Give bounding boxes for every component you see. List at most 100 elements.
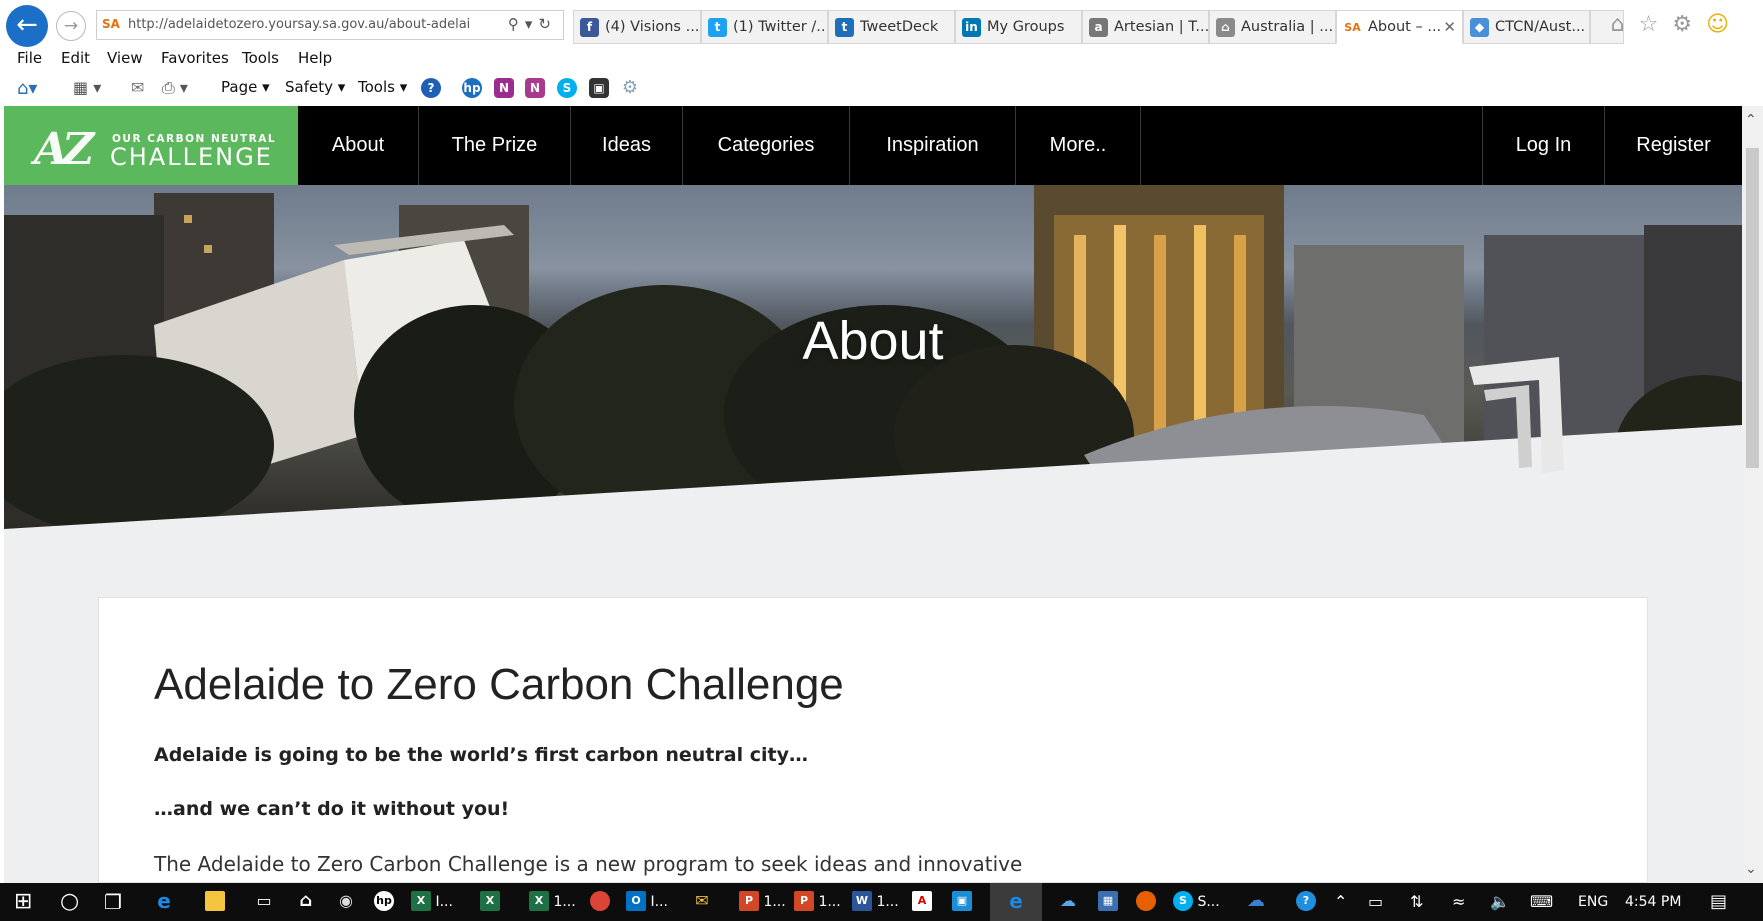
tab-about[interactable]: SA About – ... ✕	[1336, 10, 1463, 44]
site-logo[interactable]: AZ OUR CARBON NEUTRAL CHALLENGE	[4, 106, 298, 185]
cloud-icon[interactable]: ☁	[1246, 883, 1266, 921]
logo-mark: AZ	[34, 124, 94, 175]
help-tray-icon[interactable]: ?	[1296, 883, 1316, 921]
menu-tools[interactable]: Tools	[242, 49, 279, 67]
file-explorer-icon[interactable]	[205, 883, 225, 921]
volume-icon[interactable]: 🔈	[1490, 883, 1510, 921]
excel-window-1[interactable]: X I...	[411, 883, 453, 921]
settings-icon[interactable]: ⚙	[620, 78, 640, 98]
nav-more[interactable]: More..	[1016, 106, 1141, 185]
nav-the-prize[interactable]: The Prize	[419, 106, 571, 185]
close-icon[interactable]: ✕	[1443, 18, 1456, 36]
pdf-icon[interactable]: A	[912, 883, 932, 921]
print-icon[interactable]: ⎙ ▾	[162, 78, 188, 98]
menu-view[interactable]: View	[107, 49, 143, 67]
chevron-up-icon[interactable]: ⌃	[1334, 883, 1347, 921]
tab-label: Australia | ...	[1241, 19, 1334, 35]
skype-window[interactable]: S S...	[1173, 883, 1220, 921]
camera-icon[interactable]: ◉	[336, 883, 356, 921]
url-text[interactable]: http://adelaidetozero.yoursay.sa.gov.au/…	[128, 17, 500, 32]
home-icon[interactable]: ⌂	[296, 883, 316, 921]
ie-icon[interactable]: e	[990, 883, 1042, 921]
excel-window-2[interactable]: X	[480, 883, 500, 921]
word-window[interactable]: W 1...	[852, 883, 899, 921]
about-card: Adelaide to Zero Carbon Challenge Adelai…	[98, 597, 1648, 883]
edge-icon[interactable]: e	[154, 883, 174, 921]
tab-australia[interactable]: ⌂ Australia | ...	[1209, 10, 1336, 44]
excel-icon: X	[480, 890, 500, 911]
tab-ctcn[interactable]: ◆ CTCN/Aust...	[1463, 10, 1590, 44]
dropdown-icon[interactable]: ▾	[525, 15, 539, 33]
menu-help[interactable]: Help	[298, 49, 332, 67]
search-icon[interactable]: ⚲	[508, 15, 525, 33]
scroll-up-icon[interactable]: ⌃	[1745, 112, 1757, 128]
menu-favorites[interactable]: Favorites	[161, 49, 229, 67]
star-icon[interactable]: ☆	[1639, 12, 1673, 37]
forward-button[interactable]: →	[56, 11, 86, 41]
sync-icon[interactable]: ⇅	[1410, 883, 1423, 921]
tab-label: My Groups	[987, 19, 1065, 35]
tab-linkedin[interactable]: in My Groups	[955, 10, 1082, 44]
task-view-icon[interactable]: ❐	[104, 883, 122, 921]
taskbar-label: S...	[1197, 894, 1220, 910]
firefox-icon[interactable]	[1136, 883, 1156, 921]
keyboard-icon[interactable]: ⌨	[1530, 883, 1553, 921]
tab-artesian[interactable]: a Artesian | T...	[1082, 10, 1209, 44]
home-icon[interactable]: ⌂▾	[17, 78, 37, 99]
powerpoint-window-1[interactable]: P 1...	[739, 883, 786, 921]
safety-menu[interactable]: Safety ▾	[285, 78, 345, 96]
battery-icon[interactable]: ▭	[1368, 883, 1383, 921]
feeds-icon[interactable]: ▦ ▾	[73, 78, 101, 97]
chrome-icon[interactable]	[590, 883, 610, 921]
tab-label: TweetDeck	[860, 19, 939, 35]
nav-login[interactable]: Log In	[1482, 106, 1604, 185]
vertical-scrollbar[interactable]: ⌃ ⌄	[1742, 106, 1763, 883]
store-icon[interactable]: ▭	[254, 883, 274, 921]
help-icon[interactable]: ?	[421, 78, 441, 98]
outlook-window[interactable]: O I...	[626, 883, 668, 921]
address-bar[interactable]: SA http://adelaidetozero.yoursay.sa.gov.…	[96, 10, 564, 40]
menu-edit[interactable]: Edit	[61, 49, 90, 67]
tab-facebook[interactable]: f (4) Visions ...	[573, 10, 701, 44]
page-title: Adelaide to Zero Carbon Challenge	[154, 660, 844, 709]
hp-icon[interactable]: hp	[374, 883, 394, 921]
onenote-icon[interactable]: N	[494, 78, 514, 98]
tools-menu[interactable]: Tools ▾	[358, 78, 407, 96]
skype-icon: S	[1173, 890, 1193, 911]
language-indicator[interactable]: ENG	[1578, 883, 1608, 921]
taskbar-label: 1...	[818, 894, 841, 910]
nav-inspiration[interactable]: Inspiration	[850, 106, 1016, 185]
feedback-smiley-icon[interactable]: ☺	[1706, 12, 1743, 37]
cortana-icon[interactable]: ○	[60, 883, 79, 921]
home-icon[interactable]: ⌂	[1611, 12, 1639, 37]
snip-icon[interactable]: ▣	[589, 78, 609, 98]
onedrive-icon[interactable]: ☁	[1058, 883, 1078, 921]
tab-twitter[interactable]: t (1) Twitter /...	[701, 10, 828, 44]
image-icon[interactable]: ▣	[952, 883, 972, 921]
start-icon[interactable]: ⊞	[14, 883, 32, 921]
scroll-thumb[interactable]	[1746, 148, 1759, 468]
powerpoint-window-2[interactable]: P 1...	[794, 883, 841, 921]
hp-icon[interactable]: hp	[462, 78, 482, 98]
mail-icon[interactable]: ✉	[131, 78, 144, 97]
gear-icon[interactable]: ⚙	[1672, 12, 1706, 37]
nav-categories[interactable]: Categories	[683, 106, 850, 185]
page-menu[interactable]: Page ▾	[221, 78, 270, 96]
skype-icon[interactable]: S	[557, 78, 577, 98]
ctcn-icon: ◆	[1470, 18, 1489, 37]
clock[interactable]: 4:54 PM	[1625, 883, 1681, 921]
nav-ideas[interactable]: Ideas	[571, 106, 683, 185]
menu-file[interactable]: File	[17, 49, 42, 67]
back-button[interactable]: ←	[6, 5, 48, 47]
nav-about[interactable]: About	[298, 106, 419, 185]
wifi-icon[interactable]: ≈	[1452, 883, 1465, 921]
scroll-down-icon[interactable]: ⌄	[1745, 861, 1757, 877]
app-icon[interactable]: ▦	[1098, 883, 1118, 921]
refresh-icon[interactable]: ↻	[538, 15, 557, 33]
tab-tweetdeck[interactable]: t TweetDeck	[828, 10, 955, 44]
notifications-icon[interactable]: ▤	[1710, 883, 1727, 921]
onenote-linked-icon[interactable]: N	[525, 78, 545, 98]
mail-icon[interactable]: ✉	[692, 883, 712, 921]
nav-register[interactable]: Register	[1604, 106, 1742, 185]
excel-window-3[interactable]: X 1...	[529, 883, 576, 921]
